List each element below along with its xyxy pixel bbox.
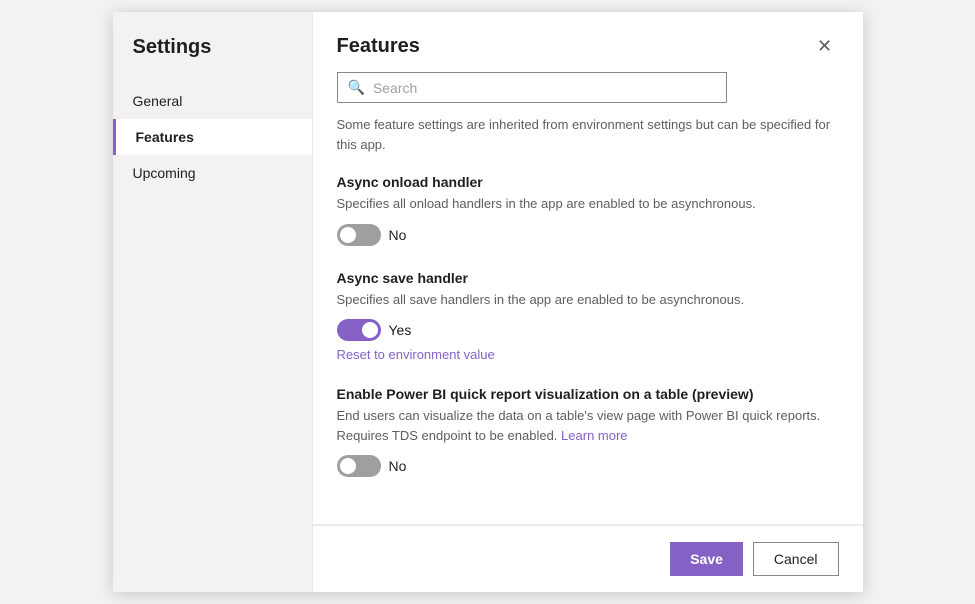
main-panel: Features ✕ 🔍 Some feature settings are i… xyxy=(313,12,863,592)
main-header: Features ✕ xyxy=(313,12,863,72)
sidebar-item-label-upcoming: Upcoming xyxy=(133,165,196,181)
toggle-slider-async-onload xyxy=(337,224,381,246)
content-area: Some feature settings are inherited from… xyxy=(313,115,863,524)
sidebar-item-label-general: General xyxy=(133,93,183,109)
feature-powerbi: Enable Power BI quick report visualizati… xyxy=(337,386,839,477)
sidebar-item-features[interactable]: Features xyxy=(113,119,312,155)
search-icon: 🔍 xyxy=(348,79,365,96)
feature-async-save: Async save handler Specifies all save ha… xyxy=(337,270,839,363)
toggle-slider-powerbi xyxy=(337,455,381,477)
search-bar: 🔍 xyxy=(337,72,839,103)
search-wrapper: 🔍 xyxy=(337,72,727,103)
main-title: Features xyxy=(337,35,420,58)
sidebar-title: Settings xyxy=(113,32,312,83)
reset-link-async-save[interactable]: Reset to environment value xyxy=(337,347,839,362)
sidebar-item-general[interactable]: General xyxy=(113,83,312,119)
footer: Save Cancel xyxy=(313,525,863,592)
toggle-label-async-save: Yes xyxy=(389,322,412,338)
sidebar-item-label-features: Features xyxy=(136,129,194,145)
toggle-row-async-onload: No xyxy=(337,224,839,246)
feature-async-onload: Async onload handler Specifies all onloa… xyxy=(337,174,839,246)
toggle-row-async-save: Yes xyxy=(337,319,839,341)
close-button[interactable]: ✕ xyxy=(811,32,839,60)
cancel-button[interactable]: Cancel xyxy=(753,542,839,576)
search-input[interactable] xyxy=(373,80,716,96)
sidebar: Settings General Features Upcoming xyxy=(113,12,313,592)
toggle-row-powerbi: No xyxy=(337,455,839,477)
sidebar-item-upcoming[interactable]: Upcoming xyxy=(113,155,312,191)
feature-name-async-onload: Async onload handler xyxy=(337,174,839,190)
feature-desc-async-onload: Specifies all onload handlers in the app… xyxy=(337,194,839,214)
feature-desc-async-save: Specifies all save handlers in the app a… xyxy=(337,290,839,310)
feature-name-powerbi: Enable Power BI quick report visualizati… xyxy=(337,386,839,402)
learn-more-link-powerbi[interactable]: Learn more xyxy=(561,428,627,443)
settings-dialog: Settings General Features Upcoming Featu… xyxy=(113,12,863,592)
toggle-async-save[interactable] xyxy=(337,319,381,341)
feature-name-async-save: Async save handler xyxy=(337,270,839,286)
feature-desc-powerbi: End users can visualize the data on a ta… xyxy=(337,406,839,445)
toggle-async-onload[interactable] xyxy=(337,224,381,246)
toggle-label-async-onload: No xyxy=(389,227,407,243)
toggle-label-powerbi: No xyxy=(389,458,407,474)
save-button[interactable]: Save xyxy=(670,542,743,576)
toggle-powerbi[interactable] xyxy=(337,455,381,477)
inherited-note: Some feature settings are inherited from… xyxy=(337,115,839,154)
toggle-slider-async-save xyxy=(337,319,381,341)
